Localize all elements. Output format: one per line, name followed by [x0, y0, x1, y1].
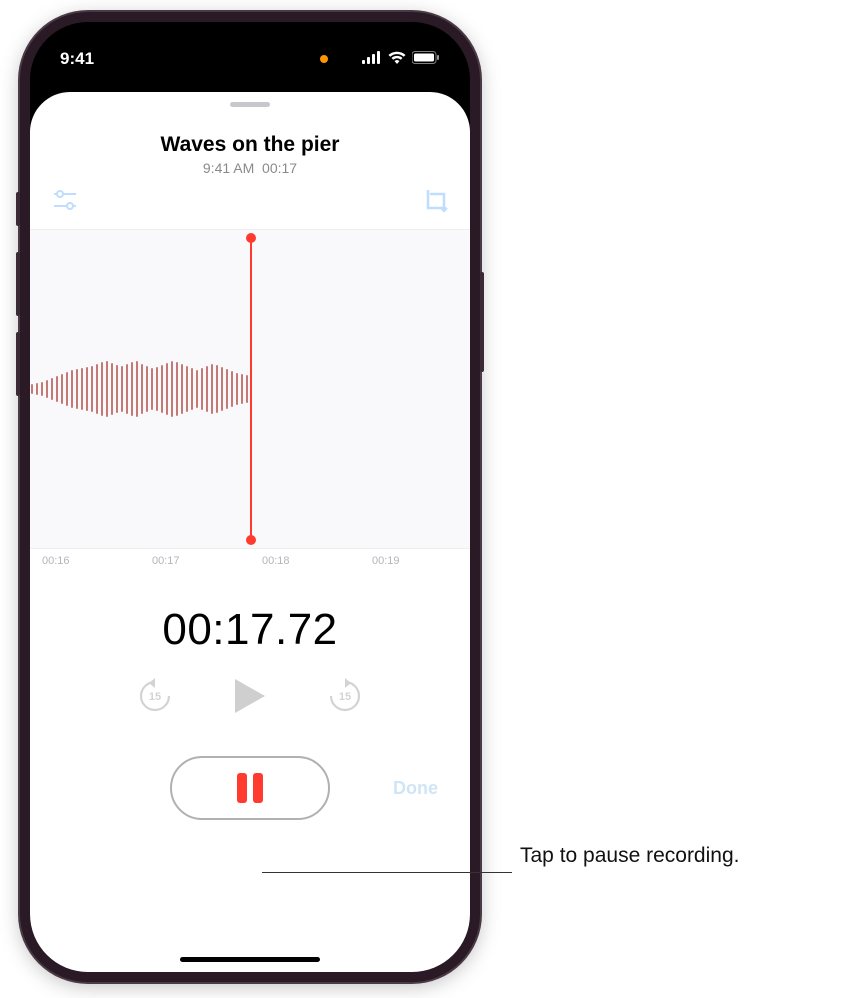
waveform-bar [31, 384, 33, 394]
screen: 9:41 Waves on the pier 9:41 AM 00:17 [30, 22, 470, 972]
waveform-bar [91, 366, 93, 412]
waveform-bar [226, 369, 228, 409]
time-ruler: 00:16 00:17 00:18 00:19 [30, 549, 470, 577]
recording-subtitle: 9:41 AM 00:17 [30, 160, 470, 176]
waveform-display[interactable] [30, 229, 470, 549]
annotation-text: Tap to pause recording. [520, 842, 739, 869]
waveform-bar [201, 368, 203, 410]
waveform-bar [176, 362, 178, 416]
playback-controls: 15 15 [30, 677, 470, 720]
ruler-tick: 00:16 [30, 555, 140, 567]
done-button[interactable]: Done [393, 778, 438, 799]
pause-recording-button[interactable] [170, 756, 330, 820]
ruler-tick: 00:17 [140, 555, 250, 567]
waveform-bar [96, 364, 98, 414]
waveform-bar [171, 361, 173, 417]
waveform-bar [116, 365, 118, 413]
waveform-bar [86, 367, 88, 411]
waveform-bar [76, 369, 78, 409]
waveform-bar [126, 364, 128, 414]
waveform-bar [246, 375, 248, 403]
waveform-bar [101, 362, 103, 416]
play-button[interactable] [233, 677, 267, 720]
home-indicator[interactable] [180, 957, 320, 962]
waveform-bar [56, 376, 58, 402]
elapsed-time: 00:17.72 [30, 605, 470, 655]
battery-icon [412, 49, 440, 69]
waveform-bar [186, 366, 188, 412]
waveform-bar [121, 366, 123, 412]
pause-icon [237, 773, 263, 803]
waveform-bar [206, 366, 208, 412]
recording-sheet: Waves on the pier 9:41 AM 00:17 00: [30, 92, 470, 972]
waveform-bar [111, 363, 113, 415]
waveform-bar [241, 374, 243, 404]
svg-text:15: 15 [339, 691, 351, 703]
waveform-bar [61, 374, 63, 404]
waveform-bar [66, 372, 68, 406]
waveform-bar [106, 361, 108, 417]
waveform-bar [36, 383, 38, 395]
annotation-leader-line [262, 872, 512, 873]
trim-icon[interactable] [424, 190, 448, 219]
waveform-bar [196, 370, 198, 408]
waveform-bar [231, 371, 233, 407]
svg-text:15: 15 [149, 691, 161, 703]
waveform-bar [71, 370, 73, 408]
waveform-bar [141, 364, 143, 414]
recording-title: Waves on the pier [30, 133, 470, 157]
wifi-icon [388, 49, 406, 69]
record-controls-row: Done [30, 756, 470, 828]
waveform-bar [211, 364, 213, 414]
cellular-icon [362, 49, 382, 69]
waveform-bar [166, 363, 168, 415]
sheet-grabber[interactable] [230, 102, 270, 107]
waveform-bar [236, 373, 238, 405]
waveform-bar [181, 364, 183, 414]
waveform-bar [216, 365, 218, 413]
playhead-indicator[interactable] [250, 238, 252, 540]
ruler-tick: 00:19 [360, 555, 470, 567]
waveform-bar [161, 365, 163, 413]
waveform-bar [146, 366, 148, 412]
skip-forward-15-button[interactable]: 15 [327, 678, 363, 719]
ruler-tick: 00:18 [250, 555, 360, 567]
status-time: 9:41 [60, 49, 94, 69]
waveform-bar [131, 362, 133, 416]
waveform-bar [221, 367, 223, 411]
options-icon[interactable] [52, 190, 78, 219]
recording-time-label: 9:41 AM [203, 160, 254, 176]
recording-indicator-dot [320, 55, 328, 63]
waveform-bar [41, 382, 43, 396]
iphone-frame: 9:41 Waves on the pier 9:41 AM 00:17 [20, 12, 480, 982]
edit-toolbar [30, 176, 470, 229]
waveform-bar [151, 368, 153, 410]
waveform-bar [191, 368, 193, 410]
recording-duration-label: 00:17 [262, 160, 297, 176]
dynamic-island [187, 44, 313, 80]
waveform-bar [81, 368, 83, 410]
waveform-bar [46, 380, 48, 398]
waveform-bar [51, 378, 53, 400]
skip-back-15-button[interactable]: 15 [137, 678, 173, 719]
waveform-bar [156, 367, 158, 411]
waveform-bar [136, 361, 138, 417]
